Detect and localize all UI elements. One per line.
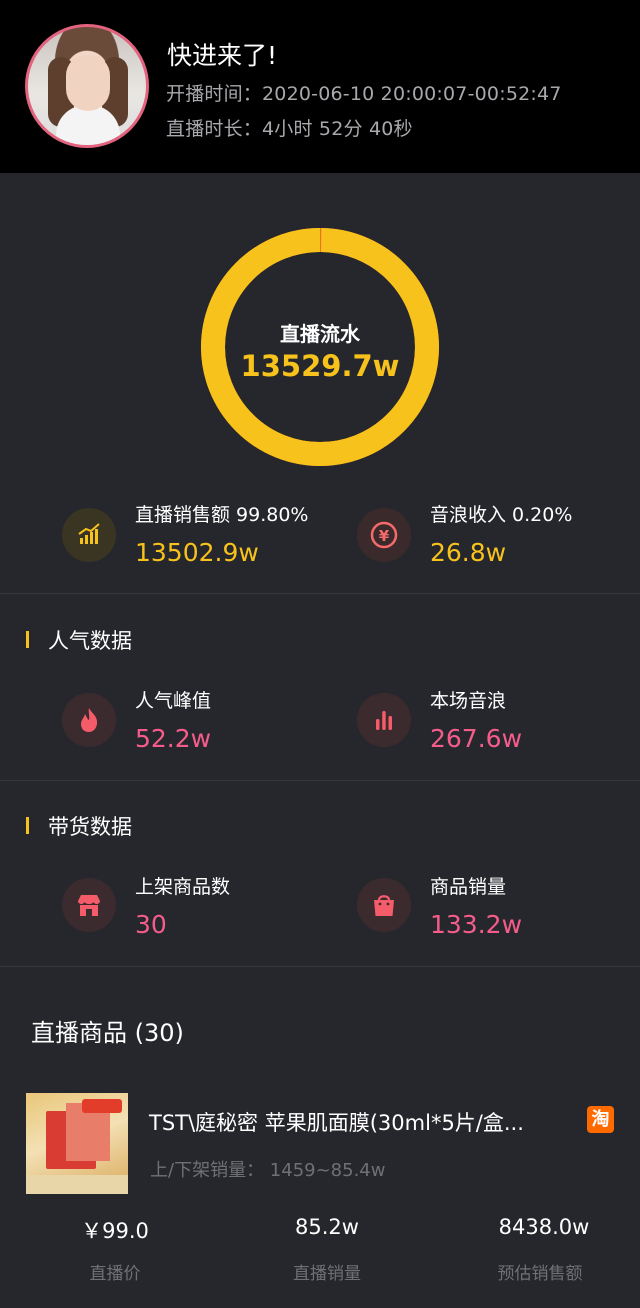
goods-section-title: 带货数据 bbox=[26, 811, 132, 841]
start-time: 开播时间：2020-06-10 20:00:07-00:52:47 bbox=[166, 83, 562, 105]
listed-count-value: 30 bbox=[135, 910, 167, 939]
wave-label: 本场音浪 bbox=[430, 690, 507, 712]
product-image[interactable] bbox=[26, 1093, 128, 1194]
wave-income-value: 26.8w bbox=[430, 538, 507, 567]
store-icon bbox=[62, 878, 116, 932]
sales-label: 直播销售额 99.80% bbox=[135, 504, 309, 526]
stream-title: 快进来了! bbox=[167, 41, 278, 70]
ring-sales-segment bbox=[201, 228, 439, 466]
divider bbox=[0, 593, 640, 594]
product-name[interactable]: TST\庭秘密 苹果肌面膜(30ml*5片/盒... bbox=[149, 1107, 524, 1137]
yuan-icon: ¥ bbox=[357, 508, 411, 562]
listed-count-label: 上架商品数 bbox=[135, 876, 231, 898]
goods-sold-value: 133.2w bbox=[430, 910, 523, 939]
sales-trend-icon bbox=[62, 508, 116, 562]
product-price-label: 直播价 bbox=[89, 1264, 141, 1284]
header: 快进来了! 开播时间：2020-06-10 20:00:07-00:52:47 … bbox=[0, 0, 640, 173]
wave-value: 267.6w bbox=[430, 724, 523, 753]
wave-income-label: 音浪收入 0.20% bbox=[430, 504, 573, 526]
popularity-section-title: 人气数据 bbox=[26, 625, 132, 655]
ring-total-value: 13529.7w bbox=[240, 349, 400, 383]
divider bbox=[0, 780, 640, 781]
flame-icon bbox=[62, 693, 116, 747]
goods-sold-label: 商品销量 bbox=[430, 876, 507, 898]
product-sales-label: 直播销量 bbox=[293, 1264, 361, 1284]
product-price: ￥99.0 bbox=[81, 1219, 149, 1243]
products-title: 直播商品 (30) bbox=[31, 1019, 184, 1047]
streamer-avatar[interactable] bbox=[25, 24, 149, 148]
stream-duration: 直播时长：4小时 52分 40秒 bbox=[166, 118, 413, 140]
taobao-icon: 淘 bbox=[587, 1106, 614, 1133]
peak-label: 人气峰值 bbox=[135, 690, 212, 712]
sales-value: 13502.9w bbox=[135, 538, 259, 567]
ring-label: 直播流水 bbox=[280, 322, 360, 346]
bar-chart-icon bbox=[357, 693, 411, 747]
peak-value: 52.2w bbox=[135, 724, 212, 753]
svg-text:¥: ¥ bbox=[379, 527, 390, 545]
product-revenue-label: 预估销售额 bbox=[497, 1264, 583, 1284]
shopping-bag-icon bbox=[357, 878, 411, 932]
divider bbox=[0, 966, 640, 967]
revenue-ring bbox=[200, 227, 440, 467]
product-sales: 85.2w bbox=[295, 1215, 359, 1239]
product-shelf-sales: 上/下架销量： 1459~85.4w bbox=[150, 1160, 386, 1181]
product-revenue: 8438.0w bbox=[498, 1215, 590, 1239]
